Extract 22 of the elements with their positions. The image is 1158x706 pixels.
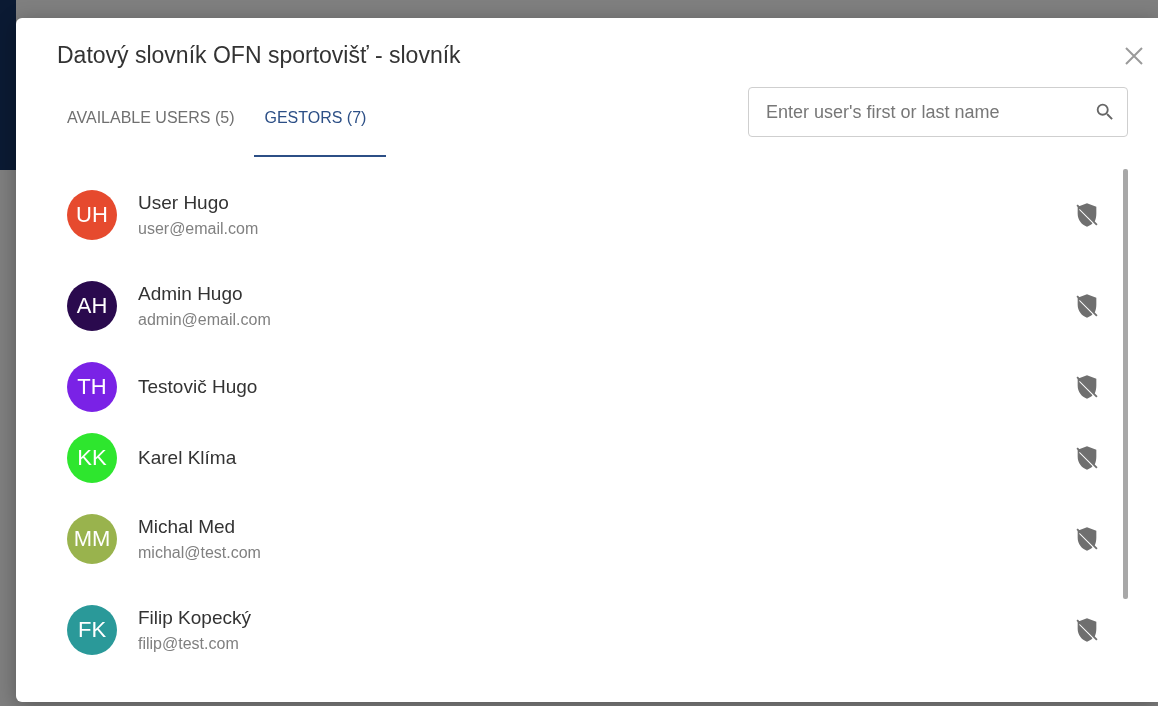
user-name: Karel Klíma: [138, 446, 238, 469]
user-name: User Hugo: [138, 191, 230, 214]
tab[interactable]: GESTORS (7): [254, 97, 387, 157]
user-avatar: FK: [67, 604, 117, 655]
user-avatar: KK: [67, 432, 117, 483]
dialog-title: Datový slovník OFN sportovišť - slovník: [57, 42, 461, 69]
user-email: michal@test.com: [138, 543, 262, 562]
user-avatar: TH: [67, 361, 117, 412]
user-name: Michal Med: [138, 515, 237, 538]
user-email: admin@email.com: [138, 310, 272, 329]
search-field[interactable]: Enter user's first or last name: [748, 87, 1128, 137]
user-email: filip@test.com: [138, 634, 240, 653]
user-name: Testovič Hugo: [138, 375, 259, 398]
user-avatar: UH: [67, 189, 117, 240]
tab[interactable]: AVAILABLE USERS (5): [57, 97, 255, 157]
close-button[interactable]: [1124, 45, 1144, 66]
search-icon[interactable]: [1094, 101, 1116, 123]
user-email: user@email.com: [138, 219, 260, 238]
user-name: Filip Kopecký: [138, 606, 252, 629]
user-avatar: AH: [67, 280, 117, 331]
user-name: Admin Hugo: [138, 282, 244, 305]
user-avatar: MM: [67, 513, 117, 564]
